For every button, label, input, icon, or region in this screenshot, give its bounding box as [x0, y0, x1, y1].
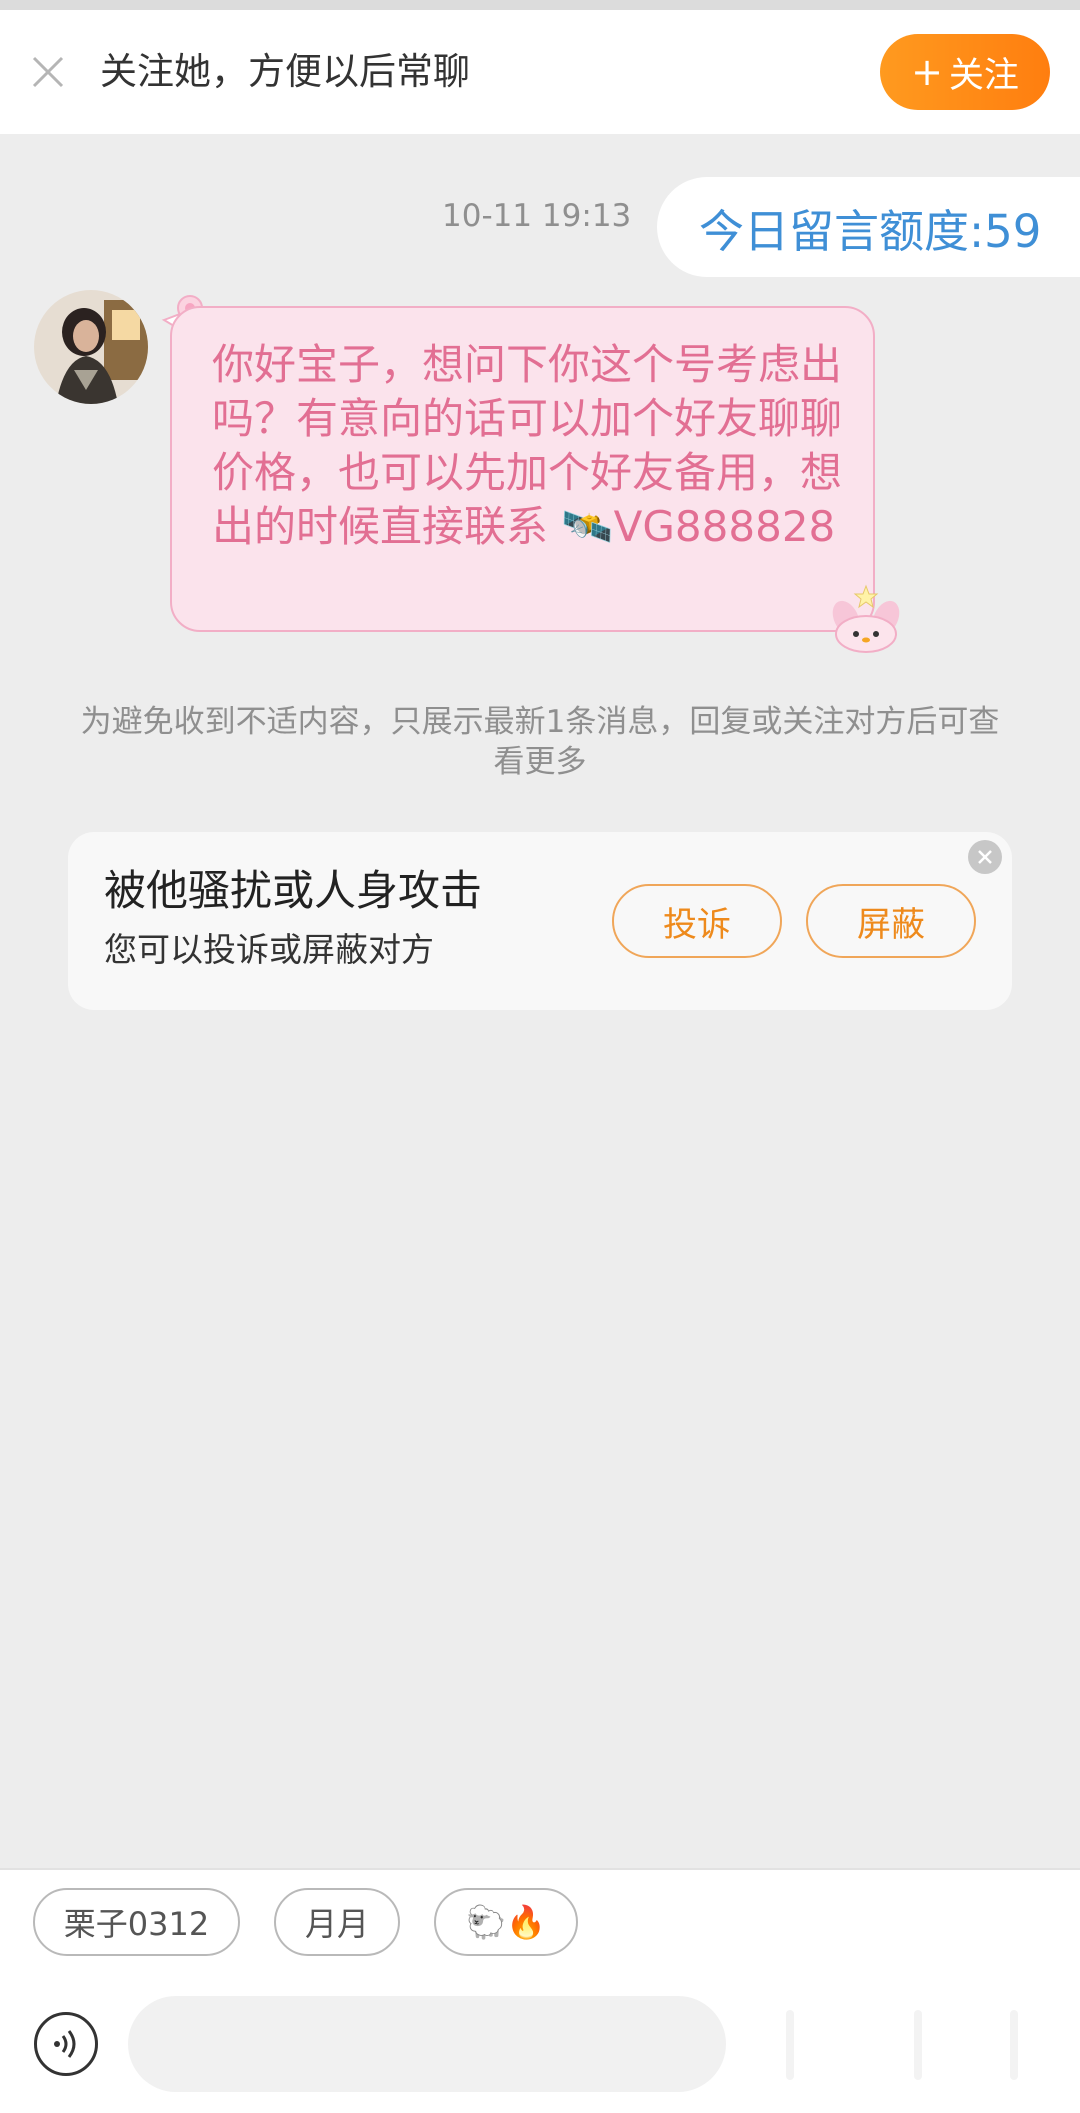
follow-label: 关注 — [948, 55, 1019, 96]
toolbar-placeholder — [1010, 2010, 1018, 2080]
status-strip — [0, 0, 1080, 10]
voice-icon — [54, 2030, 76, 2058]
block-button[interactable]: 屏蔽 — [806, 884, 976, 958]
quick-reply-chip[interactable]: 🐑🔥 — [434, 1888, 578, 1956]
quota-bubble: 今日留言额度:59 — [657, 177, 1080, 277]
quick-reply-chip[interactable]: 月月 — [274, 1888, 400, 1956]
avatar[interactable] — [34, 290, 148, 404]
satellite-icon: 🛰️ — [561, 502, 614, 551]
avatar-image — [34, 290, 148, 404]
toolbar-placeholder — [786, 2010, 794, 2080]
card-close-button[interactable] — [968, 840, 1002, 874]
close-button[interactable] — [22, 46, 74, 98]
message-contact: VG888828 — [613, 502, 836, 551]
follow-header: 关注她，方便以后常聊 + 关注 — [0, 10, 1080, 134]
follow-button[interactable]: + 关注 — [880, 34, 1050, 110]
notice-text: 为避免收到不适内容，只展示最新1条消息，回复或关注对方后可查看更多 — [80, 704, 1000, 780]
report-subtitle: 您可以投诉或屏蔽对方 — [104, 930, 434, 969]
composer-area: 栗子0312 月月 🐑🔥 — [0, 1868, 1080, 2113]
toolbar-placeholder — [914, 2010, 922, 2080]
message-timestamp: 10-11 19:13 — [442, 198, 632, 234]
close-icon — [32, 56, 64, 88]
melody-sticker-icon — [832, 584, 900, 653]
report-card: 被他骚扰或人身攻击 您可以投诉或屏蔽对方 投诉 屏蔽 — [68, 832, 1012, 1010]
header-title: 关注她，方便以后常聊 — [100, 50, 470, 93]
quota-label: 今日留言额度:59 — [699, 204, 1042, 258]
report-title: 被他骚扰或人身攻击 — [104, 866, 483, 915]
card-close-icon — [978, 850, 992, 864]
plus-icon: + — [911, 50, 943, 94]
complain-button[interactable]: 投诉 — [612, 884, 782, 958]
voice-button[interactable] — [34, 2012, 98, 2076]
message-bubble[interactable]: 你好宝子，想问下你这个号考虑出吗？有意向的话可以加个好友聊聊价格，也可以先加个好… — [170, 306, 875, 632]
quick-reply-chip[interactable]: 栗子0312 — [33, 1888, 240, 1956]
message-input[interactable] — [128, 1996, 726, 2092]
message-text: 你好宝子，想问下你这个号考虑出吗？有意向的话可以加个好友聊聊价格，也可以先加个好… — [212, 338, 842, 554]
